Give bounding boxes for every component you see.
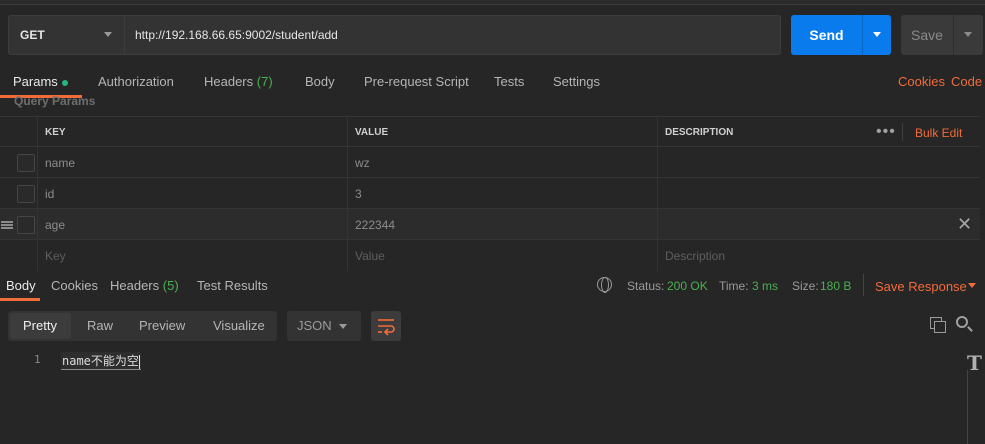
param-key[interactable]: age <box>38 209 348 240</box>
query-params-heading: Query Params <box>14 94 96 108</box>
param-value[interactable]: wz <box>348 147 658 178</box>
table-row: name wz <box>0 147 980 178</box>
url-input[interactable]: http://192.168.66.65:9002/student/add <box>124 15 781 55</box>
text-cursor-icon: T <box>967 351 982 375</box>
drag-handle-icon[interactable] <box>1 221 13 229</box>
divider <box>863 274 864 296</box>
param-description[interactable] <box>658 178 980 209</box>
header-checkbox-col <box>0 117 38 148</box>
tab-params[interactable]: Params <box>13 74 68 89</box>
text-cursor <box>138 354 140 369</box>
time-value[interactable]: 3 ms <box>752 279 778 293</box>
new-key-input[interactable]: Key <box>38 240 348 271</box>
copy-icon[interactable] <box>930 317 946 333</box>
tab-tests[interactable]: Tests <box>494 74 524 89</box>
row-checkbox[interactable] <box>17 154 35 172</box>
view-pretty-button[interactable]: Pretty <box>23 318 57 333</box>
tab-settings[interactable]: Settings <box>553 74 600 89</box>
top-border <box>0 0 985 5</box>
tab-prerequest-script[interactable]: Pre-request Script <box>364 74 469 89</box>
wrap-lines-icon <box>378 319 395 336</box>
request-tabs: Params Authorization Headers (7) Body Pr… <box>0 66 985 98</box>
url-text: http://192.168.66.65:9002/student/add <box>135 28 338 42</box>
save-response-button[interactable]: Save Response <box>875 279 967 294</box>
row-checkbox-cell <box>0 178 38 209</box>
chevron-down-icon <box>873 32 881 37</box>
param-description[interactable] <box>658 147 980 178</box>
tab-response-body[interactable]: Body <box>6 278 36 293</box>
chevron-down-icon[interactable] <box>968 283 976 288</box>
tab-response-cookies[interactable]: Cookies <box>51 278 98 293</box>
row-checkbox-cell <box>0 240 38 271</box>
tab-headers[interactable]: Headers (7) <box>204 74 273 89</box>
view-visualize-button[interactable]: Visualize <box>213 318 265 333</box>
chevron-down-icon <box>339 324 347 329</box>
status-value[interactable]: 200 OK <box>667 279 708 293</box>
save-options-button[interactable] <box>953 15 983 55</box>
row-checkbox[interactable] <box>17 216 35 234</box>
param-key[interactable]: name <box>38 147 348 178</box>
line-number: 1 <box>34 353 41 366</box>
view-raw-button[interactable]: Raw <box>87 318 113 333</box>
param-key[interactable]: id <box>38 178 348 209</box>
chevron-down-icon <box>964 32 972 37</box>
size-value[interactable]: 180 B <box>820 279 851 293</box>
table-header-row: KEY VALUE DESCRIPTION ••• Bulk Edit <box>0 116 980 148</box>
param-description[interactable] <box>658 209 980 240</box>
cookies-link[interactable]: Cookies <box>898 74 945 89</box>
chevron-down-icon <box>104 32 112 37</box>
active-tab-indicator <box>0 298 40 301</box>
bulk-edit-link[interactable]: Bulk Edit <box>915 126 962 140</box>
format-label: JSON <box>297 318 332 333</box>
send-button[interactable]: Send <box>791 15 862 55</box>
header-description-label: DESCRIPTION <box>665 127 734 138</box>
tab-test-results[interactable]: Test Results <box>197 278 268 293</box>
response-body-line: name不能为空 <box>62 354 139 368</box>
wrap-lines-button[interactable] <box>371 311 401 341</box>
param-value[interactable]: 222344 <box>348 209 658 240</box>
response-body-text[interactable]: name不能为空 <box>61 352 141 370</box>
method-select[interactable]: GET <box>8 15 124 55</box>
time-label: Time: <box>719 279 749 293</box>
tab-authorization[interactable]: Authorization <box>98 74 174 89</box>
headers-count: (7) <box>256 74 273 89</box>
view-mode-bar: Pretty Raw Preview Visualize <box>8 311 277 341</box>
param-value[interactable]: 3 <box>348 178 658 209</box>
header-key: KEY <box>38 117 348 148</box>
header-divider <box>902 123 903 141</box>
response-headers-count: (5) <box>162 278 179 293</box>
status-label: Status: <box>627 279 665 293</box>
code-link[interactable]: Code <box>951 74 982 89</box>
active-dot-icon <box>61 79 68 86</box>
globe-icon[interactable] <box>597 277 612 293</box>
table-row: age 222344 ✕ <box>0 209 980 240</box>
new-description-input[interactable]: Description <box>658 240 980 271</box>
format-select[interactable]: JSON <box>287 311 361 341</box>
row-checkbox-cell <box>0 209 38 240</box>
save-button[interactable]: Save <box>901 15 953 55</box>
tab-body[interactable]: Body <box>305 74 335 89</box>
tab-response-headers[interactable]: Headers (5) <box>110 278 179 293</box>
header-value: VALUE <box>348 117 658 148</box>
table-row: id 3 <box>0 178 980 209</box>
view-preview-button[interactable]: Preview <box>139 318 185 333</box>
size-label: Size: <box>792 279 819 293</box>
more-options-icon[interactable]: ••• <box>876 123 896 141</box>
tab-headers-label: Headers <box>204 74 254 89</box>
row-checkbox[interactable] <box>17 185 35 203</box>
search-icon[interactable] <box>956 316 968 328</box>
row-checkbox-cell <box>0 147 38 178</box>
response-tabs: Body Cookies Headers (5) Test Results St… <box>0 270 985 301</box>
new-value-input[interactable]: Value <box>348 240 658 271</box>
send-options-button[interactable] <box>862 15 891 55</box>
tab-params-label: Params <box>13 74 58 89</box>
tab-response-headers-label: Headers <box>110 278 160 293</box>
table-row-new: Key Value Description <box>0 240 980 271</box>
scrollbar[interactable] <box>967 370 968 444</box>
delete-row-icon[interactable]: ✕ <box>957 214 972 235</box>
method-label: GET <box>20 28 45 42</box>
